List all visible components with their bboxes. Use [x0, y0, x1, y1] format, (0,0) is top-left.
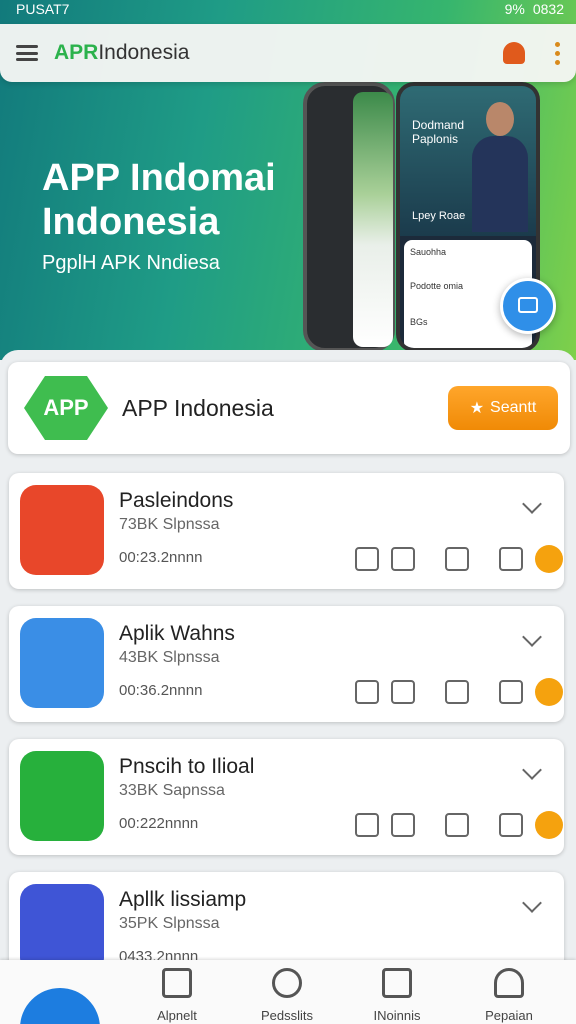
app-logo: APRIndonesia: [54, 41, 190, 64]
portrait-icon: [382, 968, 412, 998]
app-duration: 00:36.2nnnn: [119, 682, 203, 699]
app-icon: [20, 485, 104, 575]
presenter-image: [472, 102, 528, 232]
text-icon[interactable]: [391, 813, 415, 837]
text-icon[interactable]: [391, 547, 415, 571]
app-title: Pasleindons: [119, 489, 234, 512]
menu-icon: [162, 968, 192, 998]
status-bar: PUSAT7 9% 0832: [0, 0, 576, 18]
nav-tab-label: Alpnelt: [157, 1008, 197, 1023]
chevron-down-icon[interactable]: [522, 760, 542, 780]
app-subtitle: 43BK Slpnssa: [119, 649, 220, 666]
chevron-down-icon[interactable]: [522, 494, 542, 514]
nav-tab[interactable]: Pepaian: [464, 968, 554, 1023]
app-icon: [20, 618, 104, 708]
chevron-down-icon[interactable]: [522, 893, 542, 913]
app-duration: 00:23.2nnnn: [119, 549, 203, 566]
gift-icon[interactable]: [500, 278, 556, 334]
app-bar: APRIndonesia: [0, 24, 576, 82]
app-list-item[interactable]: Pnscih to Ilioal 33BK Sapnssa 00:222nnnn: [9, 739, 564, 855]
badge-icon[interactable]: [535, 545, 563, 573]
carrier-label: PUSAT7: [16, 1, 70, 17]
phone-caption: Lpey Roae: [412, 210, 466, 222]
app-subtitle: 73BK Slpnssa: [119, 516, 220, 533]
floating-action-button[interactable]: [20, 988, 100, 1024]
pages-icon[interactable]: [355, 813, 379, 837]
notes-icon[interactable]: [445, 547, 469, 571]
search-icon: [272, 968, 302, 998]
app-title: Aplik Wahns: [119, 622, 235, 645]
time-label: 0832: [532, 1, 564, 17]
app-list-item[interactable]: Aplik Wahns 43BK Slpnssa 00:36.2nnnn: [9, 606, 564, 722]
app-subtitle: 33BK Sapnssa: [119, 782, 225, 799]
app-subtitle: 35PK Slpnssa: [119, 915, 220, 932]
user-icon[interactable]: [499, 547, 523, 571]
featured-action-button[interactable]: ★ Seantt: [448, 386, 558, 430]
nav-tab-label: Pepaian: [485, 1008, 533, 1023]
phone-headline: Dodmand Paplonis: [412, 118, 465, 146]
chevron-down-icon[interactable]: [522, 627, 542, 647]
hamburger-menu-icon[interactable]: [16, 45, 38, 61]
bottom-navigation: Alpnelt Pedsslits INoinnis Pepaian: [0, 960, 576, 1024]
featured-app-name: APP Indonesia: [122, 394, 274, 421]
badge-icon[interactable]: [535, 678, 563, 706]
app-duration: 00:222nnnn: [119, 815, 199, 832]
notes-icon[interactable]: [445, 680, 469, 704]
user-icon[interactable]: [499, 680, 523, 704]
hero-title: APP Indomai Indonesia: [42, 157, 276, 243]
phone-mockup-left: [303, 82, 395, 352]
nav-tab-label: INoinnis: [373, 1008, 421, 1023]
notification-bell-icon[interactable]: [503, 42, 525, 64]
hero-subtitle: PgplH APK Nndiesa: [42, 252, 220, 274]
app-title: Apllk lissiamp: [119, 888, 247, 911]
profile-icon: [494, 968, 524, 998]
nav-tab[interactable]: INoinnis: [352, 968, 442, 1023]
app-list-item[interactable]: Pasleindons 73BK Slpnssa 00:23.2nnnn: [9, 473, 564, 589]
pages-icon[interactable]: [355, 680, 379, 704]
app-hex-badge: APP: [24, 376, 108, 440]
star-icon: ★: [469, 400, 485, 417]
user-icon[interactable]: [499, 813, 523, 837]
phone-card-line: Sauohha: [410, 247, 447, 257]
pages-icon[interactable]: [355, 547, 379, 571]
text-icon[interactable]: [391, 680, 415, 704]
battery-label: 9%: [504, 1, 525, 17]
app-title: Pnscih to Ilioal: [119, 755, 255, 778]
nav-tab[interactable]: Pedsslits: [242, 968, 332, 1023]
nav-tab-label: Pedsslits: [260, 1008, 314, 1023]
featured-app-card[interactable]: APP APP Indonesia ★ Seantt: [8, 362, 570, 454]
notes-icon[interactable]: [445, 813, 469, 837]
badge-icon[interactable]: [535, 811, 563, 839]
nav-tab[interactable]: Alpnelt: [132, 968, 222, 1023]
more-options-icon[interactable]: [555, 41, 560, 65]
app-icon: [20, 751, 104, 841]
